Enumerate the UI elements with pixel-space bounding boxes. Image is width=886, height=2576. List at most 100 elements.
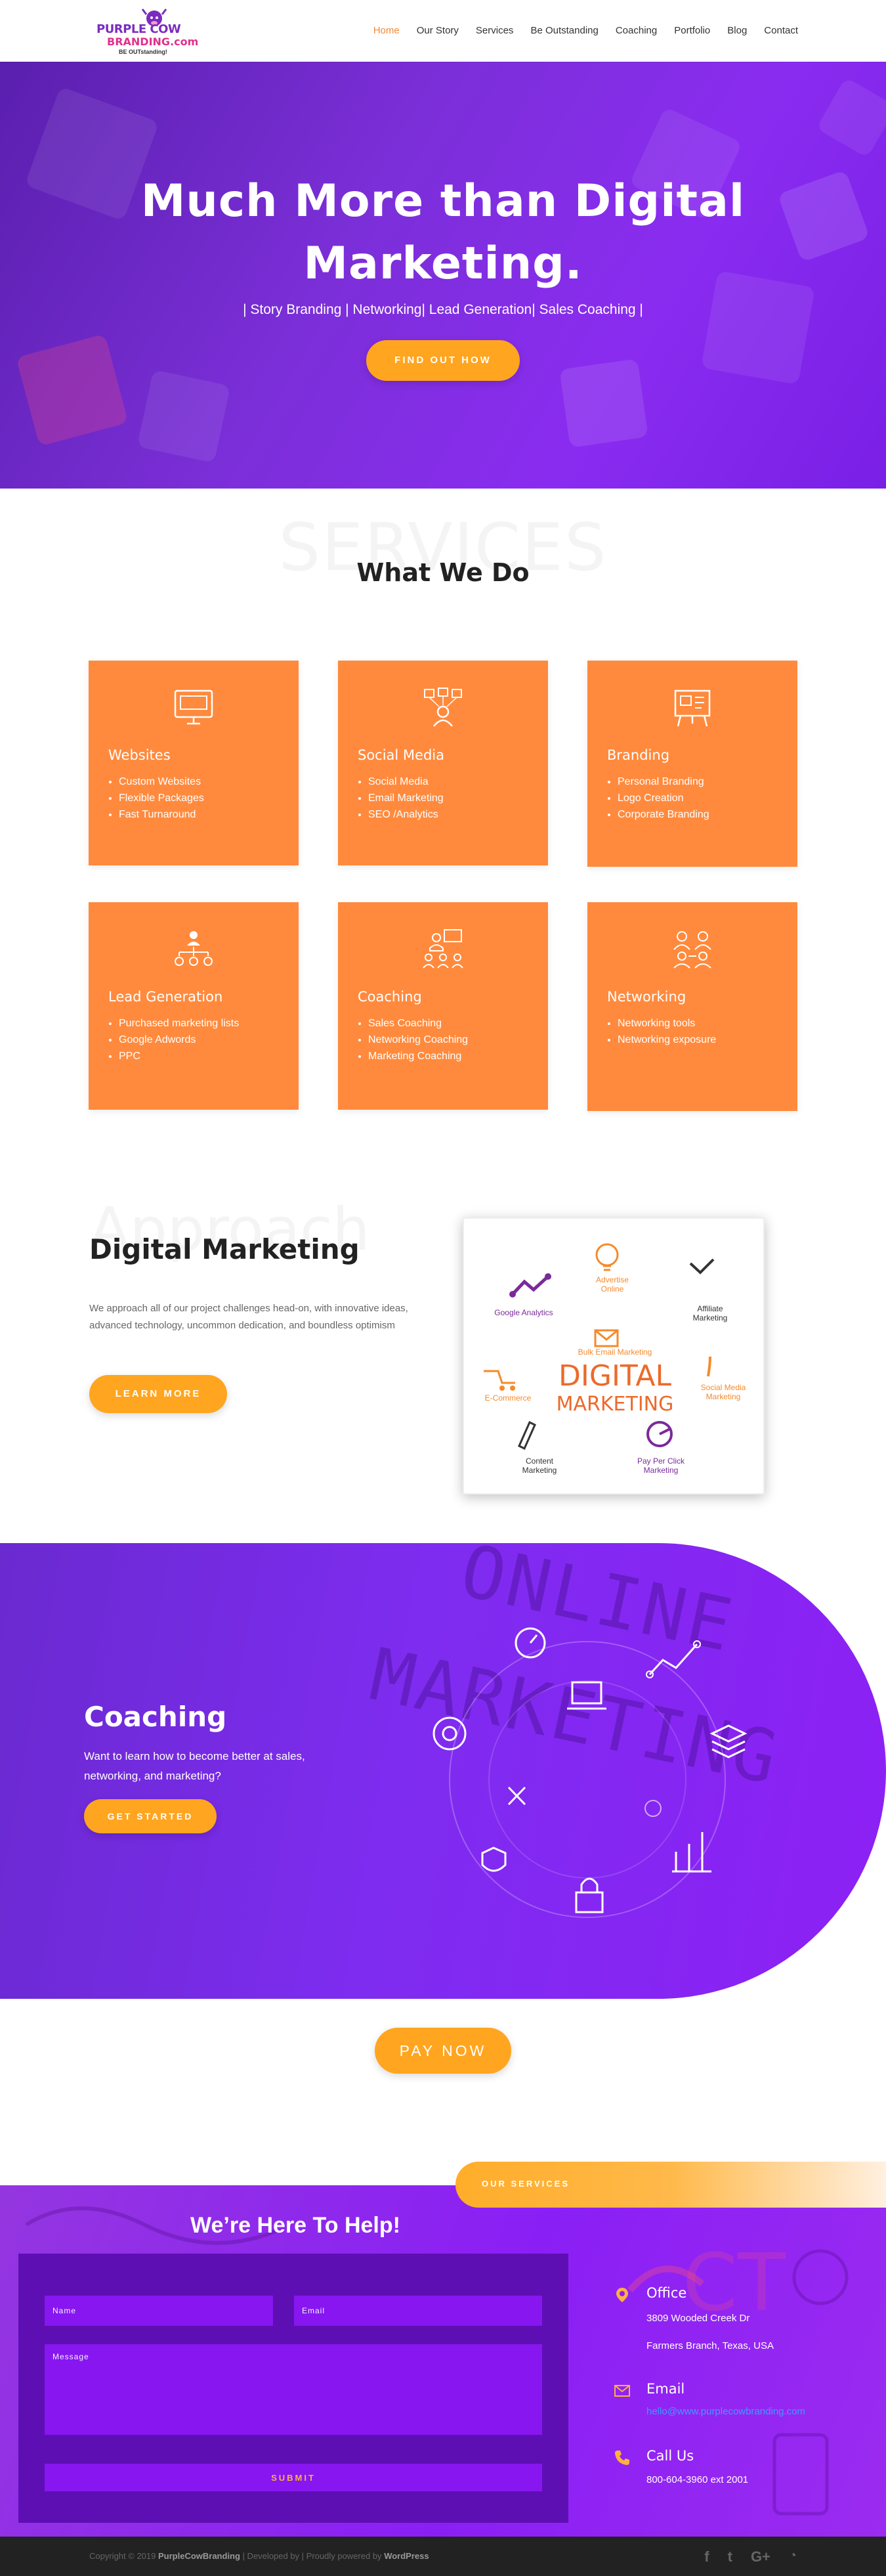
copyright: Copyright © 2019 PurpleCowBranding | Dev… xyxy=(89,2551,429,2561)
wordpress-link[interactable]: WordPress xyxy=(384,2551,429,2561)
nav-be-outstanding[interactable]: Be Outstanding xyxy=(530,25,598,36)
contact-section: CT We’re Here To Help! SUBMIT Office 380… xyxy=(0,2185,886,2537)
nav-home[interactable]: Home xyxy=(373,25,400,36)
list-item: Networking Coaching xyxy=(368,1032,468,1048)
coaching-text: Want to learn how to become better at sa… xyxy=(84,1750,305,1782)
list-item: Sales Coaching xyxy=(368,1015,468,1032)
dm-label: E-Commerce xyxy=(484,1393,532,1403)
lead-generation-icon xyxy=(175,931,213,966)
facebook-icon[interactable]: f xyxy=(704,2548,709,2565)
copyright-middle: | Developed by | Proudly powered by xyxy=(242,2551,382,2561)
nav-coaching[interactable]: Coaching xyxy=(616,25,657,36)
service-card-coaching: Coaching Sales Coaching Networking Coach… xyxy=(338,902,548,1110)
digital-marketing-image: Advertise Online Affiliate Marketing Soc… xyxy=(463,1217,765,1495)
nav-services[interactable]: Services xyxy=(476,25,514,36)
nav-our-story[interactable]: Our Story xyxy=(417,25,459,36)
digital-marketing-text: We approach all of our project challenge… xyxy=(89,1303,408,1331)
coaching-section: ONLINE MARKETING Coaching Want to learn … xyxy=(0,1543,886,1999)
message-field[interactable] xyxy=(45,2344,542,2435)
our-services-label: OUR SERVICES xyxy=(482,2179,570,2189)
help-title: We’re Here To Help! xyxy=(190,2213,400,2238)
coaching-icon xyxy=(423,929,463,969)
copyright-prefix: Copyright © 2019 xyxy=(89,2551,156,2561)
hero-title: Much More than Digital Marketing. xyxy=(140,175,746,290)
service-card-title: Social Media xyxy=(358,747,445,763)
service-card-title: Lead Generation xyxy=(108,989,223,1005)
email-heading: Email xyxy=(646,2381,685,2397)
social-links: f t G+ ◔ xyxy=(704,2548,797,2565)
networking-icon xyxy=(673,931,711,969)
office-address-line1: 3809 Wooded Creek Dr xyxy=(646,2313,750,2324)
office-address-line2: Farmers Branch, Texas, USA xyxy=(646,2340,774,2351)
nav-portfolio[interactable]: Portfolio xyxy=(674,25,710,36)
dm-center-line2: MARKETING xyxy=(556,1393,674,1416)
twitter-icon[interactable]: t xyxy=(728,2548,732,2565)
pay-now-button[interactable]: PAY NOW xyxy=(375,2028,511,2074)
service-card-lead-generation: Lead Generation Purchased marketing list… xyxy=(89,902,299,1110)
envelope-icon xyxy=(614,2385,630,2397)
service-card-list: Personal Branding Logo Creation Corporat… xyxy=(618,774,709,823)
logo-tagline: BE OUTstanding! xyxy=(119,49,167,55)
list-item: PPC xyxy=(119,1048,239,1064)
service-card-list: Networking tools Networking exposure xyxy=(618,1015,716,1048)
copyright-brand-link[interactable]: PurpleCowBranding xyxy=(158,2551,240,2561)
location-pin-icon xyxy=(616,2288,628,2302)
list-item: Custom Websites xyxy=(119,774,204,790)
dm-label: Content Marketing xyxy=(522,1456,557,1475)
hero-bg-shape xyxy=(816,77,886,158)
dm-label: Pay Per Click Marketing xyxy=(637,1456,685,1475)
rss-icon[interactable]: ◔ xyxy=(789,2548,797,2565)
office-heading: Office xyxy=(646,2285,687,2301)
service-card-list: Social Media Email Marketing SEO /Analyt… xyxy=(368,774,444,823)
service-card-networking: Networking Networking tools Networking e… xyxy=(587,902,797,1111)
list-item: SEO /Analytics xyxy=(368,806,444,823)
dm-label: Google Analytics xyxy=(494,1308,553,1317)
service-card-social-media: Social Media Social Media Email Marketin… xyxy=(338,661,548,865)
service-card-title: Websites xyxy=(108,747,171,763)
learn-more-button[interactable]: LEARN MORE xyxy=(89,1375,227,1413)
contact-form: SUBMIT xyxy=(18,2254,568,2523)
dm-center-line1: DIGITAL xyxy=(558,1359,671,1393)
main-nav: Home Our Story Services Be Outstanding C… xyxy=(373,25,798,36)
service-card-title: Networking xyxy=(607,989,686,1005)
list-item: Networking tools xyxy=(618,1015,716,1032)
phone-number[interactable]: 800-604-3960 ext 2001 xyxy=(646,2474,748,2485)
site-header: PURPLE COW BRANDING.com BE OUTstanding! … xyxy=(0,0,886,62)
service-card-branding: Branding Personal Branding Logo Creation… xyxy=(587,661,797,867)
submit-button[interactable]: SUBMIT xyxy=(45,2464,542,2491)
list-item: Email Marketing xyxy=(368,790,444,806)
dm-label: Affiliate Marketing xyxy=(692,1304,728,1322)
list-item: Fast Turnaround xyxy=(119,806,204,823)
our-services-tab[interactable]: OUR SERVICES xyxy=(455,2162,886,2208)
hero-subtitle: | Story Branding | Networking| Lead Gene… xyxy=(243,302,643,317)
digital-marketing-title: Digital Marketing xyxy=(89,1233,360,1265)
dm-label: Social Media Marketing xyxy=(700,1383,746,1401)
list-item: Marketing Coaching xyxy=(368,1048,468,1064)
list-item: Purchased marketing lists xyxy=(119,1015,239,1032)
website-icon xyxy=(174,689,213,725)
nav-contact[interactable]: Contact xyxy=(764,25,798,36)
email-link[interactable]: hello@www.purplecowbranding.com xyxy=(646,2406,805,2417)
get-started-button[interactable]: GET STARTED xyxy=(84,1799,217,1833)
find-out-how-button[interactable]: FIND OUT HOW xyxy=(366,340,520,381)
logo-line2: BRANDING.com xyxy=(107,35,199,48)
google-plus-icon[interactable]: G+ xyxy=(751,2548,770,2565)
branding-icon xyxy=(674,689,711,727)
list-item: Flexible Packages xyxy=(119,790,204,806)
list-item: Google Adwords xyxy=(119,1032,239,1048)
list-item: Social Media xyxy=(368,774,444,790)
services-title: What We Do xyxy=(356,558,530,587)
service-card-list: Purchased marketing lists Google Adwords… xyxy=(119,1015,239,1064)
page: PURPLE COW BRANDING.com BE OUTstanding! … xyxy=(0,0,886,2576)
nav-blog[interactable]: Blog xyxy=(727,25,747,36)
hero-bg-shape xyxy=(137,369,231,464)
hero-bg-shape xyxy=(559,359,648,448)
site-logo[interactable]: PURPLE COW BRANDING.com BE OUTstanding! xyxy=(95,7,213,59)
service-card-websites: Websites Custom Websites Flexible Packag… xyxy=(89,661,299,865)
name-field[interactable] xyxy=(45,2296,273,2326)
email-field[interactable] xyxy=(294,2296,542,2326)
dm-label: Bulk Email Marketing xyxy=(578,1347,652,1357)
social-media-icon xyxy=(424,688,462,727)
hero-section: Much More than Digital Marketing. | Stor… xyxy=(0,62,886,489)
phone-icon xyxy=(615,2451,629,2465)
